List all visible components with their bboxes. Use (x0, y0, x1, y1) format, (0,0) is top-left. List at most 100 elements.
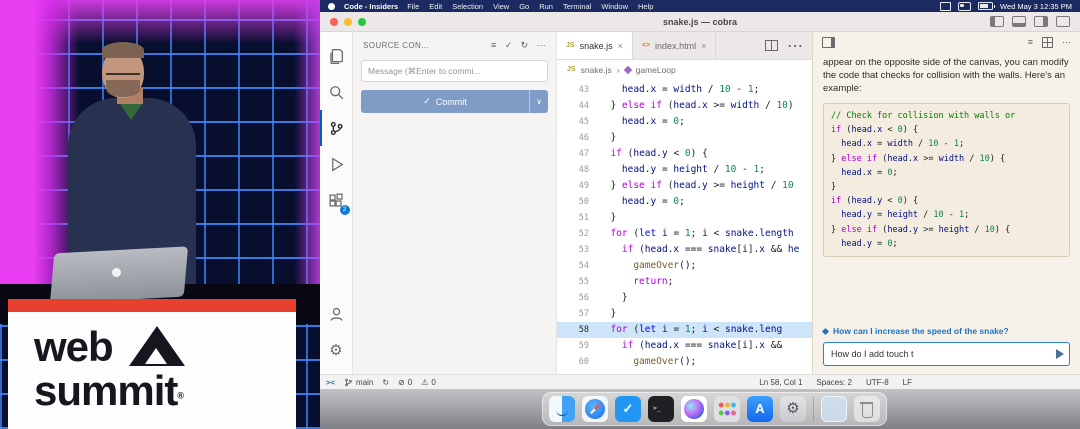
code-line-56[interactable]: 56 } (557, 290, 812, 306)
menu-bar-clock[interactable]: Wed May 3 12:35 PM (1000, 2, 1072, 11)
run-and-debug-icon[interactable] (320, 146, 353, 182)
code-text: if (head.y < 0) { (599, 146, 708, 162)
commit-dropdown-button[interactable]: ∨ (529, 90, 548, 113)
code-text: return; (599, 274, 673, 290)
settings-gear-icon[interactable]: ⚙ (320, 332, 353, 368)
code-line-48[interactable]: 48 head.y = height / 10 - 1; (557, 162, 812, 178)
dock-siri-icon[interactable] (681, 396, 707, 422)
close-tab-icon[interactable]: × (701, 41, 706, 51)
code-line-54[interactable]: 54 gameOver(); (557, 258, 812, 274)
remote-indicator-icon[interactable]: >< (326, 378, 335, 387)
chat-more-icon[interactable]: ⋯ (1062, 38, 1071, 47)
status-item[interactable]: Spaces: 2 (816, 378, 852, 387)
code-line-55[interactable]: 55 return; (557, 274, 812, 290)
status-item[interactable]: LF (903, 378, 912, 387)
dock-finder-icon[interactable] (549, 396, 575, 422)
menu-item-run[interactable]: Run (539, 2, 553, 11)
commit-message-input[interactable] (361, 60, 548, 82)
code-line-59[interactable]: 59 if (head.x === snake[i].x && (557, 338, 812, 354)
view-as-list-icon[interactable]: ≡ (491, 41, 497, 50)
customize-layout-icon[interactable] (1056, 16, 1070, 27)
app-menu-name[interactable]: Code - Insiders (344, 2, 398, 11)
commit-check-icon[interactable]: ✓ (505, 41, 513, 50)
git-branch-indicator[interactable]: main (344, 378, 373, 387)
dock-launchpad-icon[interactable] (714, 396, 740, 422)
code-line-52[interactable]: 52 for (let i = 1; i < snake.length (557, 226, 812, 242)
line-number: 50 (557, 194, 599, 210)
search-icon[interactable] (320, 74, 353, 110)
code-line-49[interactable]: 49 } else if (head.y >= height / 10 (557, 178, 812, 194)
dock-terminal-icon[interactable] (648, 396, 674, 422)
close-window-button[interactable] (330, 18, 338, 26)
tab-index-html[interactable]: <> index.html × (633, 32, 716, 59)
menu-item-window[interactable]: Window (601, 2, 628, 11)
accounts-icon[interactable] (320, 296, 353, 332)
more-actions-icon[interactable]: ⋯ (537, 41, 546, 50)
refresh-icon[interactable]: ↻ (521, 41, 529, 50)
errors-indicator[interactable]: ⊘0 (398, 378, 412, 387)
warning-icon: ⚠ (421, 378, 428, 387)
chat-code-line: head.y = height / 10 - 1; (831, 208, 1062, 222)
close-tab-icon[interactable]: × (618, 41, 623, 51)
menu-item-terminal[interactable]: Terminal (563, 2, 591, 11)
dock-vscode-icon[interactable] (615, 396, 641, 422)
chat-input[interactable] (823, 342, 1070, 366)
code-line-46[interactable]: 46 } (557, 130, 812, 146)
chat-followup-suggestion[interactable]: How can I increase the speed of the snak… (823, 326, 1070, 336)
chat-code-line: } else if (head.y >= height / 10) { (831, 223, 1062, 237)
battery-icon[interactable] (978, 2, 993, 10)
menu-item-view[interactable]: View (493, 2, 509, 11)
dock-trash-icon[interactable] (854, 396, 880, 422)
code-line-47[interactable]: 47 if (head.y < 0) { (557, 146, 812, 162)
control-center-icon[interactable] (958, 2, 971, 11)
menu-item-selection[interactable]: Selection (452, 2, 483, 11)
menu-item-file[interactable]: File (407, 2, 419, 11)
explorer-icon[interactable] (320, 38, 353, 74)
code-line-60[interactable]: 60 gameOver(); (557, 354, 812, 370)
toggle-sidebar-icon[interactable] (990, 16, 1004, 27)
extensions-badge: 2 (340, 205, 350, 215)
status-item[interactable]: Ln 58, Col 1 (759, 378, 802, 387)
dock-settings-icon[interactable] (780, 396, 806, 422)
source-control-icon[interactable] (320, 110, 353, 146)
chat-code-line: if (head.x < 0) { (831, 123, 1062, 137)
dock-window-icon[interactable] (821, 396, 847, 422)
code-line-45[interactable]: 45 head.x = 0; (557, 114, 812, 130)
code-line-51[interactable]: 51 } (557, 210, 812, 226)
screen-mirroring-icon[interactable] (940, 2, 951, 11)
code-line-58[interactable]: 58 for (let i = 1; i < snake.leng (557, 322, 812, 338)
apple-menu-icon[interactable] (328, 3, 335, 10)
editor-more-actions-icon[interactable]: ⋯ (787, 36, 803, 56)
symbol-method-icon (623, 65, 631, 73)
toggle-secondary-sidebar-icon[interactable] (1034, 16, 1048, 27)
tab-snake-js[interactable]: JS snake.js × (557, 32, 633, 59)
breadcrumb-file[interactable]: snake.js (581, 65, 612, 75)
toggle-panel-icon[interactable] (1012, 16, 1026, 27)
sync-changes-icon[interactable]: ↻ (382, 378, 389, 387)
code-editor[interactable]: 43 head.x = width / 10 - 1;44 } else if … (557, 79, 812, 374)
dock-appstore-icon[interactable] (747, 396, 773, 422)
send-icon[interactable] (1056, 349, 1064, 359)
maximize-window-button[interactable] (358, 18, 366, 26)
split-editor-icon[interactable] (765, 40, 778, 51)
code-line-50[interactable]: 50 head.y = 0; (557, 194, 812, 210)
menu-item-help[interactable]: Help (638, 2, 653, 11)
chat-layout-icon[interactable] (1042, 37, 1053, 48)
line-number: 48 (557, 162, 599, 178)
commit-button[interactable]: ✓ Commit (361, 90, 529, 113)
breadcrumb-symbol[interactable]: gameLoop (636, 65, 676, 75)
status-item[interactable]: UTF-8 (866, 378, 889, 387)
web-summit-sign: web summit® (8, 312, 296, 429)
code-text: head.x = 0; (599, 114, 685, 130)
code-line-57[interactable]: 57 } (557, 306, 812, 322)
chat-menu-icon[interactable]: ≡ (1028, 38, 1033, 47)
extensions-icon[interactable]: 2 (320, 182, 353, 218)
dock-safari-icon[interactable] (582, 396, 608, 422)
code-line-53[interactable]: 53 if (head.x === snake[i].x && he (557, 242, 812, 258)
code-line-44[interactable]: 44 } else if (head.x >= width / 10) (557, 98, 812, 114)
warnings-indicator[interactable]: ⚠0 (421, 378, 436, 387)
code-line-43[interactable]: 43 head.x = width / 10 - 1; (557, 82, 812, 98)
menu-item-edit[interactable]: Edit (429, 2, 442, 11)
menu-item-go[interactable]: Go (519, 2, 529, 11)
minimize-window-button[interactable] (344, 18, 352, 26)
